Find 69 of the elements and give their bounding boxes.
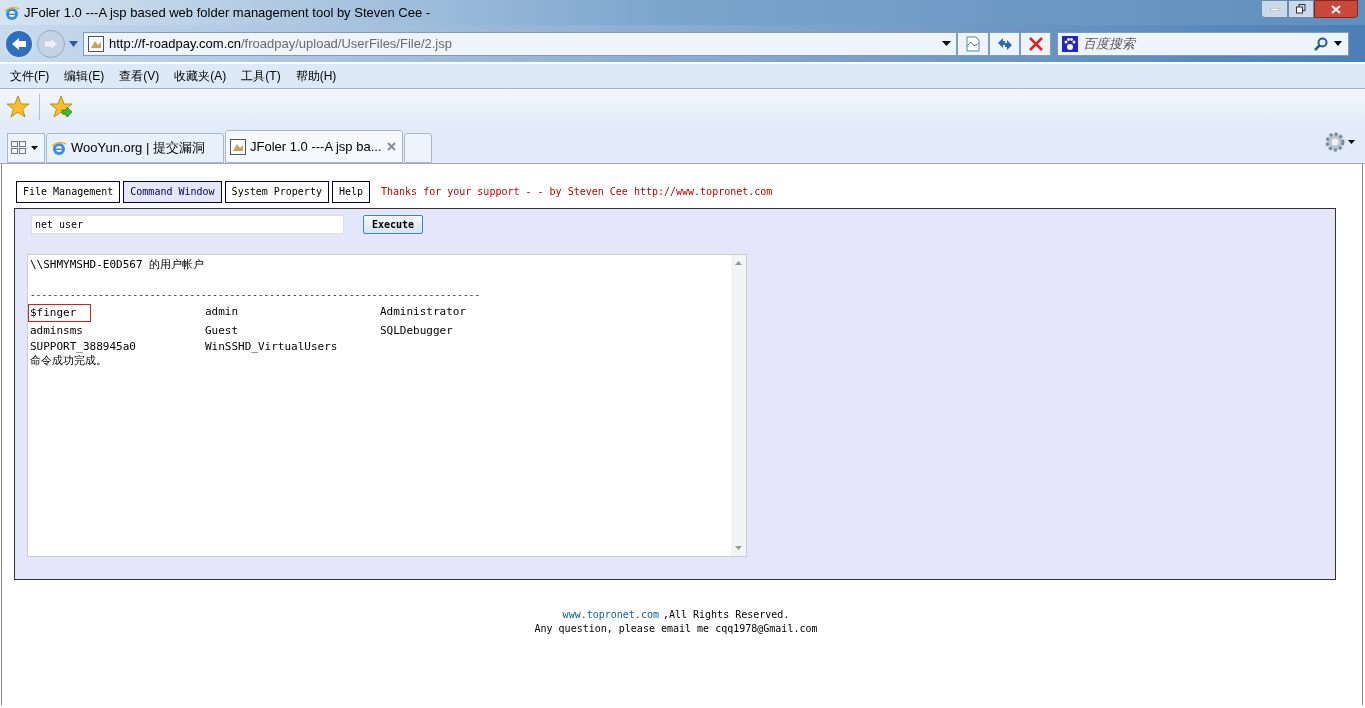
browser-e-icon: [4, 4, 20, 21]
output-cell-text: admin: [205, 304, 239, 320]
scroll-down-icon[interactable]: [735, 546, 742, 550]
browser-tab[interactable]: JFoler 1.0 ---A jsp ba...: [225, 130, 403, 163]
close-icon: [1331, 4, 1341, 14]
dropdown-caret-icon: [31, 146, 38, 150]
paw-icon: [1062, 35, 1078, 52]
rights-text: ,All Rights Reserved.: [662, 608, 790, 622]
maximize-button[interactable]: [1288, 0, 1314, 18]
search-input[interactable]: 百度搜索: [1083, 33, 1283, 54]
command-field[interactable]: net user: [31, 215, 344, 234]
menu-item[interactable]: 收藏夹(A): [174, 67, 227, 85]
dropdown-caret-icon: [1348, 140, 1355, 144]
back-button[interactable]: [4, 28, 34, 59]
close-tab-icon[interactable]: [387, 142, 396, 151]
output-cell-text: Administrator: [380, 304, 467, 320]
footer-link[interactable]: www.topronet.com: [562, 608, 659, 622]
output-line: 命令成功完成。: [30, 353, 108, 369]
quick-tabs-button[interactable]: [7, 133, 45, 163]
menu-item[interactable]: 帮助(H): [295, 67, 337, 85]
refresh-button[interactable]: [989, 31, 1020, 56]
window-title: JFoler 1.0 ---A jsp based web folder management tool by Steven Cee -: [24, 3, 431, 22]
search-icon: [1314, 36, 1328, 51]
grid-icon: [11, 141, 27, 155]
thanks-text: Thanks for your support - - by Steven Cee http://www.topronet.com: [381, 185, 773, 199]
address-field[interactable]: http://f-roadpay.com.cn/froadpay/upload/UserFiles/File/2.jsp: [83, 31, 957, 56]
search-field[interactable]: 百度搜索: [1057, 31, 1349, 56]
dropdown-caret-icon: [1334, 41, 1342, 46]
output-cell: Guest: [205, 323, 239, 339]
page-icon: [230, 138, 246, 155]
app-tab[interactable]: Help: [331, 180, 370, 203]
execute-button[interactable]: Execute: [363, 215, 424, 234]
app-tab[interactable]: System Property: [224, 180, 329, 203]
minimize-icon: [1270, 7, 1279, 11]
broken-page-icon: [965, 35, 981, 52]
scrollbar[interactable]: [731, 255, 746, 556]
back-arrow-icon: [11, 36, 27, 51]
url-text: http://f-roadpay.com.cn/froadpay/upload/UserFiles/File/2.jsp: [109, 34, 452, 53]
output-cell: WinSSHD_VirtualUsers: [205, 339, 338, 355]
browser-e-icon: [51, 140, 67, 156]
highlighted-cell: $finger: [28, 304, 92, 322]
output-area[interactable]: [27, 254, 747, 557]
app-tab[interactable]: File Management: [16, 180, 121, 203]
menu-item[interactable]: 文件(F): [10, 67, 50, 85]
add-favorite-icon[interactable]: [49, 95, 73, 119]
output-line: -------------------------------------------------------------------------------: [30, 289, 482, 302]
app-tab[interactable]: Command Window: [123, 180, 222, 203]
menu-item[interactable]: 编辑(E): [64, 67, 105, 85]
new-tab-button[interactable]: [404, 133, 432, 163]
restore-icon: [1296, 4, 1306, 14]
settings-icon[interactable]: [1324, 131, 1346, 153]
compatibility-button[interactable]: [957, 31, 989, 56]
output-cell: SUPPORT_388945a0: [30, 339, 136, 355]
browser-tab[interactable]: WooYun.org | 提交漏洞: [46, 133, 224, 163]
stop-x-icon: [1027, 35, 1044, 52]
menu-item[interactable]: 查看(V): [119, 67, 160, 85]
output-cell: SQLDebugger: [380, 323, 453, 339]
contact-text: Any question, please email me cqq1978@Gmail.com: [534, 622, 818, 636]
dropdown-caret-icon: [69, 40, 78, 47]
dropdown-caret-icon: [942, 41, 951, 46]
output-line: \\SHMYMSHD-E0D567 的用户帐户: [30, 257, 206, 273]
stop-button[interactable]: [1020, 31, 1051, 56]
forward-arrow-icon: [44, 37, 58, 50]
favorites-star-icon[interactable]: [6, 95, 30, 119]
page-icon: [88, 35, 104, 52]
close-button[interactable]: [1314, 0, 1358, 18]
output-cell: adminsms: [30, 323, 83, 339]
menu-item[interactable]: 工具(T): [241, 67, 281, 85]
scroll-up-icon[interactable]: [735, 261, 742, 265]
